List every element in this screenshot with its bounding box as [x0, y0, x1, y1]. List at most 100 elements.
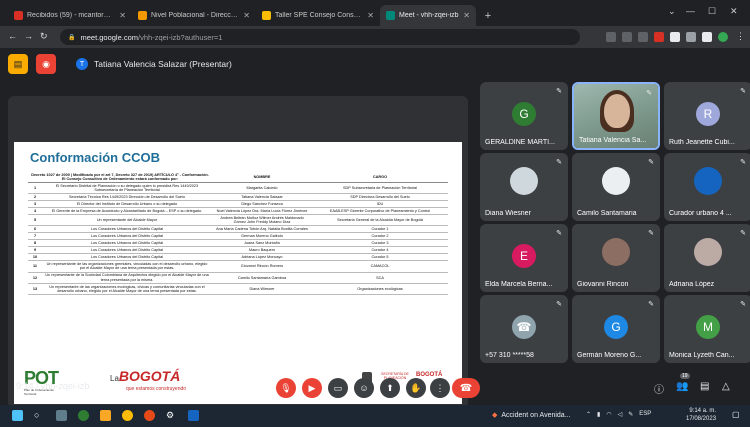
minimize-icon[interactable]: —	[686, 6, 695, 16]
profile-avatar[interactable]	[718, 32, 728, 42]
windows-start-icon[interactable]	[12, 410, 23, 421]
clock[interactable]: 9:14 a. m. 17/08/2023	[686, 408, 716, 423]
reload-icon[interactable]: ↻	[40, 31, 48, 42]
task-view-icon[interactable]	[56, 410, 67, 421]
close-window-icon[interactable]: ✕	[730, 6, 738, 17]
participant-avatar: G	[512, 102, 536, 126]
chevron-up-icon[interactable]: ⌃	[586, 411, 591, 418]
participant-tile[interactable]: ☎ ✎ +57 310 *****58	[480, 295, 568, 363]
captions-icon[interactable]: ▭	[328, 378, 348, 398]
participant-tile[interactable]: ✎ Diana Wiesner	[480, 153, 568, 221]
mic-off-icon[interactable]: 🎙	[276, 378, 296, 398]
participant-tile[interactable]: G ✎ Germán Moreno G...	[572, 295, 660, 363]
star-icon[interactable]	[638, 32, 648, 42]
cell-role: SDP Subsecretaria de Planeación Territor…	[312, 182, 448, 195]
cell-role: CAMACOL	[312, 260, 448, 273]
chrome-icon[interactable]	[122, 410, 133, 421]
mic-muted-icon: ✎	[556, 159, 562, 166]
close-icon[interactable]: ✕	[119, 11, 126, 20]
meet-controls: 9:14 | vhh-zqei-izb 🎙 ▶ ▭ ☺ ⬆ ✋ ⋮ ☎ ⓘ 👥 …	[0, 373, 750, 405]
camera-icon[interactable]	[606, 32, 616, 42]
present-icon[interactable]: ⬆	[380, 378, 400, 398]
notifications-icon[interactable]: ▢	[732, 410, 743, 421]
gmail-icon	[14, 11, 23, 20]
mic-muted-icon: ✎	[556, 88, 562, 95]
cell-entity: El Gerente de la Empresa de Acueducto y …	[42, 207, 212, 216]
cell-num: 2	[28, 193, 42, 202]
menu-icon[interactable]: ⋮	[736, 31, 745, 42]
spotify-icon[interactable]	[78, 410, 89, 421]
language-indicator[interactable]: ESP	[639, 411, 651, 418]
pen-icon[interactable]: ✎	[628, 411, 633, 418]
cell-role: IDU	[312, 200, 448, 209]
activities-icon[interactable]: △	[722, 381, 730, 392]
close-icon[interactable]: ✕	[243, 11, 250, 20]
participant-tile[interactable]: ✎ Camilo Santamaria	[572, 153, 660, 221]
traffic-notification[interactable]: ◆ Accident on Avenida...	[492, 411, 571, 420]
sidepanel-icon[interactable]	[702, 32, 712, 42]
chevron-down-icon[interactable]: ⌄	[668, 6, 676, 17]
participant-tile[interactable]: ✎ Giovanni Rincon	[572, 224, 660, 292]
extension-icon[interactable]	[670, 32, 680, 42]
participant-tile[interactable]: R ✎ Ruth Jeanette Cubi...	[664, 82, 750, 150]
more-options-icon[interactable]: ⋮	[430, 378, 450, 398]
emoji-icon[interactable]: ☺	[354, 378, 374, 398]
participant-photo	[602, 167, 630, 195]
cell-entity: El Director del Instituto de Desarrollo …	[42, 200, 212, 209]
extension-icon[interactable]	[654, 32, 664, 42]
tab-label: Recibidos (59) - mcantor@sdp.g	[27, 12, 115, 19]
participant-tile[interactable]: ✎ Adriana López	[664, 224, 750, 292]
wifi-icon[interactable]: ◠	[606, 411, 611, 418]
url-field[interactable]: 🔒 meet.google.com/vhh-zqei-izb?authuser=…	[60, 29, 580, 45]
search-icon[interactable]: ○	[34, 410, 45, 421]
cell-name: Adriana López Moncayo	[212, 253, 312, 262]
raise-hand-icon[interactable]: ✋	[406, 378, 426, 398]
participant-tile[interactable]: ✎ Tatiana Valencia Sa...	[572, 82, 660, 150]
firefox-icon[interactable]	[144, 410, 155, 421]
cell-entity: Un representante del Alcalde Mayor	[42, 214, 212, 227]
settings-icon[interactable]: ⚙	[166, 410, 177, 421]
browser-tab-active[interactable]: Meet - vhh-zqei-izb ✕	[380, 5, 476, 26]
people-icon[interactable]: 👥	[676, 381, 688, 392]
participant-name: GERALDINE MARTI...	[485, 139, 555, 146]
cell-name: Mauro Baquero	[212, 246, 312, 255]
mic-muted-icon: ✎	[648, 301, 654, 308]
browser-tab[interactable]: Nivel Poblacional - Dirección de ✕	[132, 5, 256, 26]
file-explorer-icon[interactable]	[100, 410, 111, 421]
cell-name: Diana Wiesner	[212, 283, 312, 296]
app-icon[interactable]	[188, 410, 199, 421]
cell-entity: Un representante de las organizaciones e…	[42, 283, 212, 296]
volume-icon[interactable]: ◁	[618, 411, 623, 418]
browser-tab[interactable]: Taller SPE Consejo Consultivo de ✕	[256, 5, 380, 26]
participant-avatar: R	[696, 102, 720, 126]
puzzle-icon[interactable]	[686, 32, 696, 42]
maximize-icon[interactable]: ☐	[708, 6, 716, 17]
end-call-button[interactable]: ☎	[452, 378, 480, 398]
close-icon[interactable]: ✕	[367, 11, 374, 20]
share-icon[interactable]	[622, 32, 632, 42]
cell-name: Camilo Santamaría Gamboa	[212, 272, 312, 284]
battery-icon[interactable]: ▮	[597, 411, 600, 418]
address-bar-row: ← → ↻ 🔒 meet.google.com/vhh-zqei-izb?aut…	[0, 26, 750, 48]
record-icon[interactable]: ◉	[36, 54, 56, 74]
cell-entity: Un representante de la Sociedad Colombia…	[42, 272, 212, 284]
notes-icon[interactable]: ▤	[8, 54, 28, 74]
back-icon[interactable]: ←	[8, 31, 17, 41]
camera-off-icon[interactable]: ▶	[302, 378, 322, 398]
participant-tile[interactable]: G ✎ GERALDINE MARTI...	[480, 82, 568, 150]
meet-window: ▤ ◉ T Tatiana Valencia Salazar (Presenta…	[0, 48, 750, 427]
cell-name: Ana María Cadena Tobón Arq. Natalia Boni…	[212, 225, 312, 234]
participant-tile[interactable]: ✎ Curador urbano 4 ...	[664, 153, 750, 221]
new-tab-button[interactable]: +	[478, 5, 498, 26]
cell-name: Giovanni Rincón Romero	[212, 260, 312, 273]
participant-tile[interactable]: E ✎ Elda Marcela Berna...	[480, 224, 568, 292]
chat-icon[interactable]: ▤	[700, 381, 709, 392]
mic-muted-icon: ✎	[556, 230, 562, 237]
cell-name: Noel Valencia López Dra. María Lucía Fló…	[212, 207, 312, 216]
info-icon[interactable]: ⓘ	[654, 381, 664, 396]
participant-tile[interactable]: M ✎ Monica Lyzeth Can...	[664, 295, 750, 363]
forward-icon[interactable]: →	[24, 31, 33, 41]
close-icon[interactable]: ✕	[463, 11, 470, 20]
cell-name: Diego Sánchez Fonseca	[212, 200, 312, 209]
browser-tab[interactable]: Recibidos (59) - mcantor@sdp.g ✕	[8, 5, 132, 26]
